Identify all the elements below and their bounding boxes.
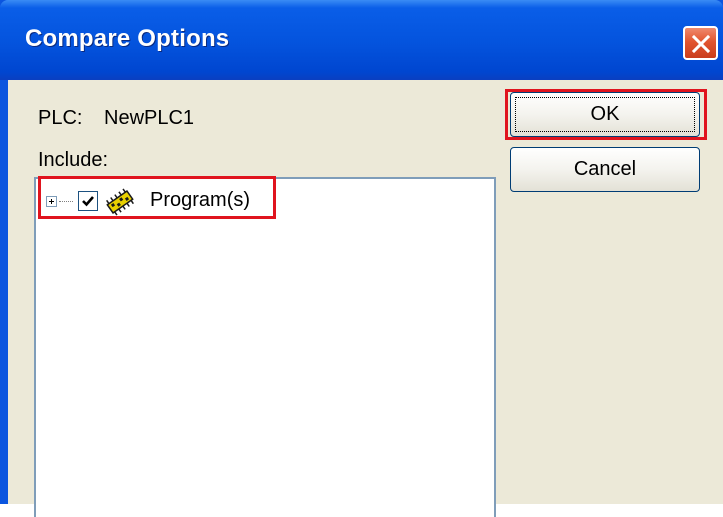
- cancel-button[interactable]: Cancel: [510, 147, 700, 192]
- tree-connector-line: [59, 201, 73, 202]
- dialog-title: Compare Options: [25, 25, 230, 52]
- program-icon: [106, 188, 134, 216]
- close-icon: [691, 34, 711, 54]
- close-button[interactable]: [683, 26, 718, 60]
- plc-value: NewPLC1: [104, 107, 195, 129]
- programs-checkbox[interactable]: [78, 191, 98, 211]
- plc-label: PLC:: [38, 107, 83, 129]
- checkmark-icon: [82, 196, 94, 207]
- compare-options-dialog: Compare Options PLC: NewPLC1 Include: Pr…: [0, 0, 723, 517]
- focus-rectangle: [515, 97, 695, 132]
- tree-item-label[interactable]: Program(s): [150, 189, 250, 212]
- include-tree[interactable]: Program(s): [34, 177, 496, 517]
- ok-button[interactable]: OK: [510, 92, 700, 137]
- title-bar[interactable]: Compare Options: [0, 0, 723, 80]
- dialog-body: PLC: NewPLC1 Include: Program(s) OK Canc…: [8, 80, 723, 517]
- expand-plus-icon[interactable]: [46, 196, 57, 207]
- cancel-button-label: Cancel: [573, 158, 637, 180]
- include-label: Include:: [38, 149, 109, 171]
